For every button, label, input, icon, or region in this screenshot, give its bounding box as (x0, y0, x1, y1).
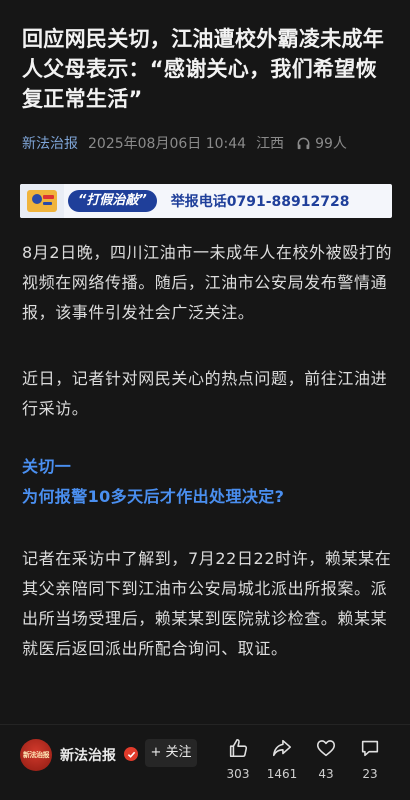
report-banner[interactable]: “打假治敲” 举报电话0791-88912728 (20, 184, 392, 218)
account-avatar[interactable]: 新法治报 (20, 739, 52, 771)
subhead-label: 关切一 (22, 457, 72, 476)
thumbs-up-icon (229, 738, 248, 758)
bottom-action-bar: 新法治报 新法治报 + 关注 303 1461 43 23 (0, 724, 410, 800)
comment-button[interactable]: 23 (350, 733, 390, 793)
article-meta: 新法治报 2025年08月06日 10:44 江西 99人 (22, 132, 392, 154)
like-count: 303 (226, 767, 250, 781)
heart-icon (316, 740, 336, 757)
like-button[interactable]: 303 (218, 733, 258, 793)
headphones-icon (297, 137, 310, 149)
paragraph-1: 8月2日晚，四川江油市一未成年人在校外被殴打的视频在网络传播。随后，江油市公安局… (22, 243, 393, 322)
avatar-logo-text: 新法治报 (23, 751, 50, 759)
favorite-button[interactable]: 43 (306, 733, 346, 793)
paragraph-2: 近日，记者针对网民关心的热点问题，前往江油进行采访。 (22, 369, 388, 418)
banner-slogan: “打假治敲” (68, 190, 157, 212)
publish-time: 2025年08月06日 10:44 (88, 136, 247, 152)
banner-emblem-icon (20, 184, 64, 218)
subhead-question: 为何报警10多天后才作出处理决定? (22, 487, 285, 506)
comment-icon (361, 740, 379, 757)
article-content: 回应网民关切，江油遭校外霸凌未成年人父母表示：“感谢关心，我们希望恢复正常生活”… (0, 0, 410, 724)
banner-hotline: 举报电话0791-88912728 (170, 194, 350, 210)
account-name[interactable]: 新法治报 (60, 745, 116, 765)
share-button[interactable]: 1461 (262, 733, 302, 793)
follow-button[interactable]: + 关注 (145, 739, 197, 767)
article-title: 回应网民关切，江油遭校外霸凌未成年人父母表示：“感谢关心，我们希望恢复正常生活” (22, 27, 385, 111)
listen-count: 99人 (315, 136, 347, 152)
listen-button[interactable]: 99人 (296, 133, 347, 153)
location: 江西 (256, 136, 285, 152)
paragraph-3: 记者在采访中了解到，7月22日22时许，赖某某在其父亲陪同下到江油市公安局城北派… (22, 549, 392, 658)
share-icon (272, 739, 292, 757)
share-count: 1461 (266, 767, 298, 781)
source-link[interactable]: 新法治报 (22, 133, 78, 153)
favorite-count: 43 (318, 767, 334, 781)
verified-icon (124, 747, 138, 761)
comment-count: 23 (362, 767, 378, 781)
